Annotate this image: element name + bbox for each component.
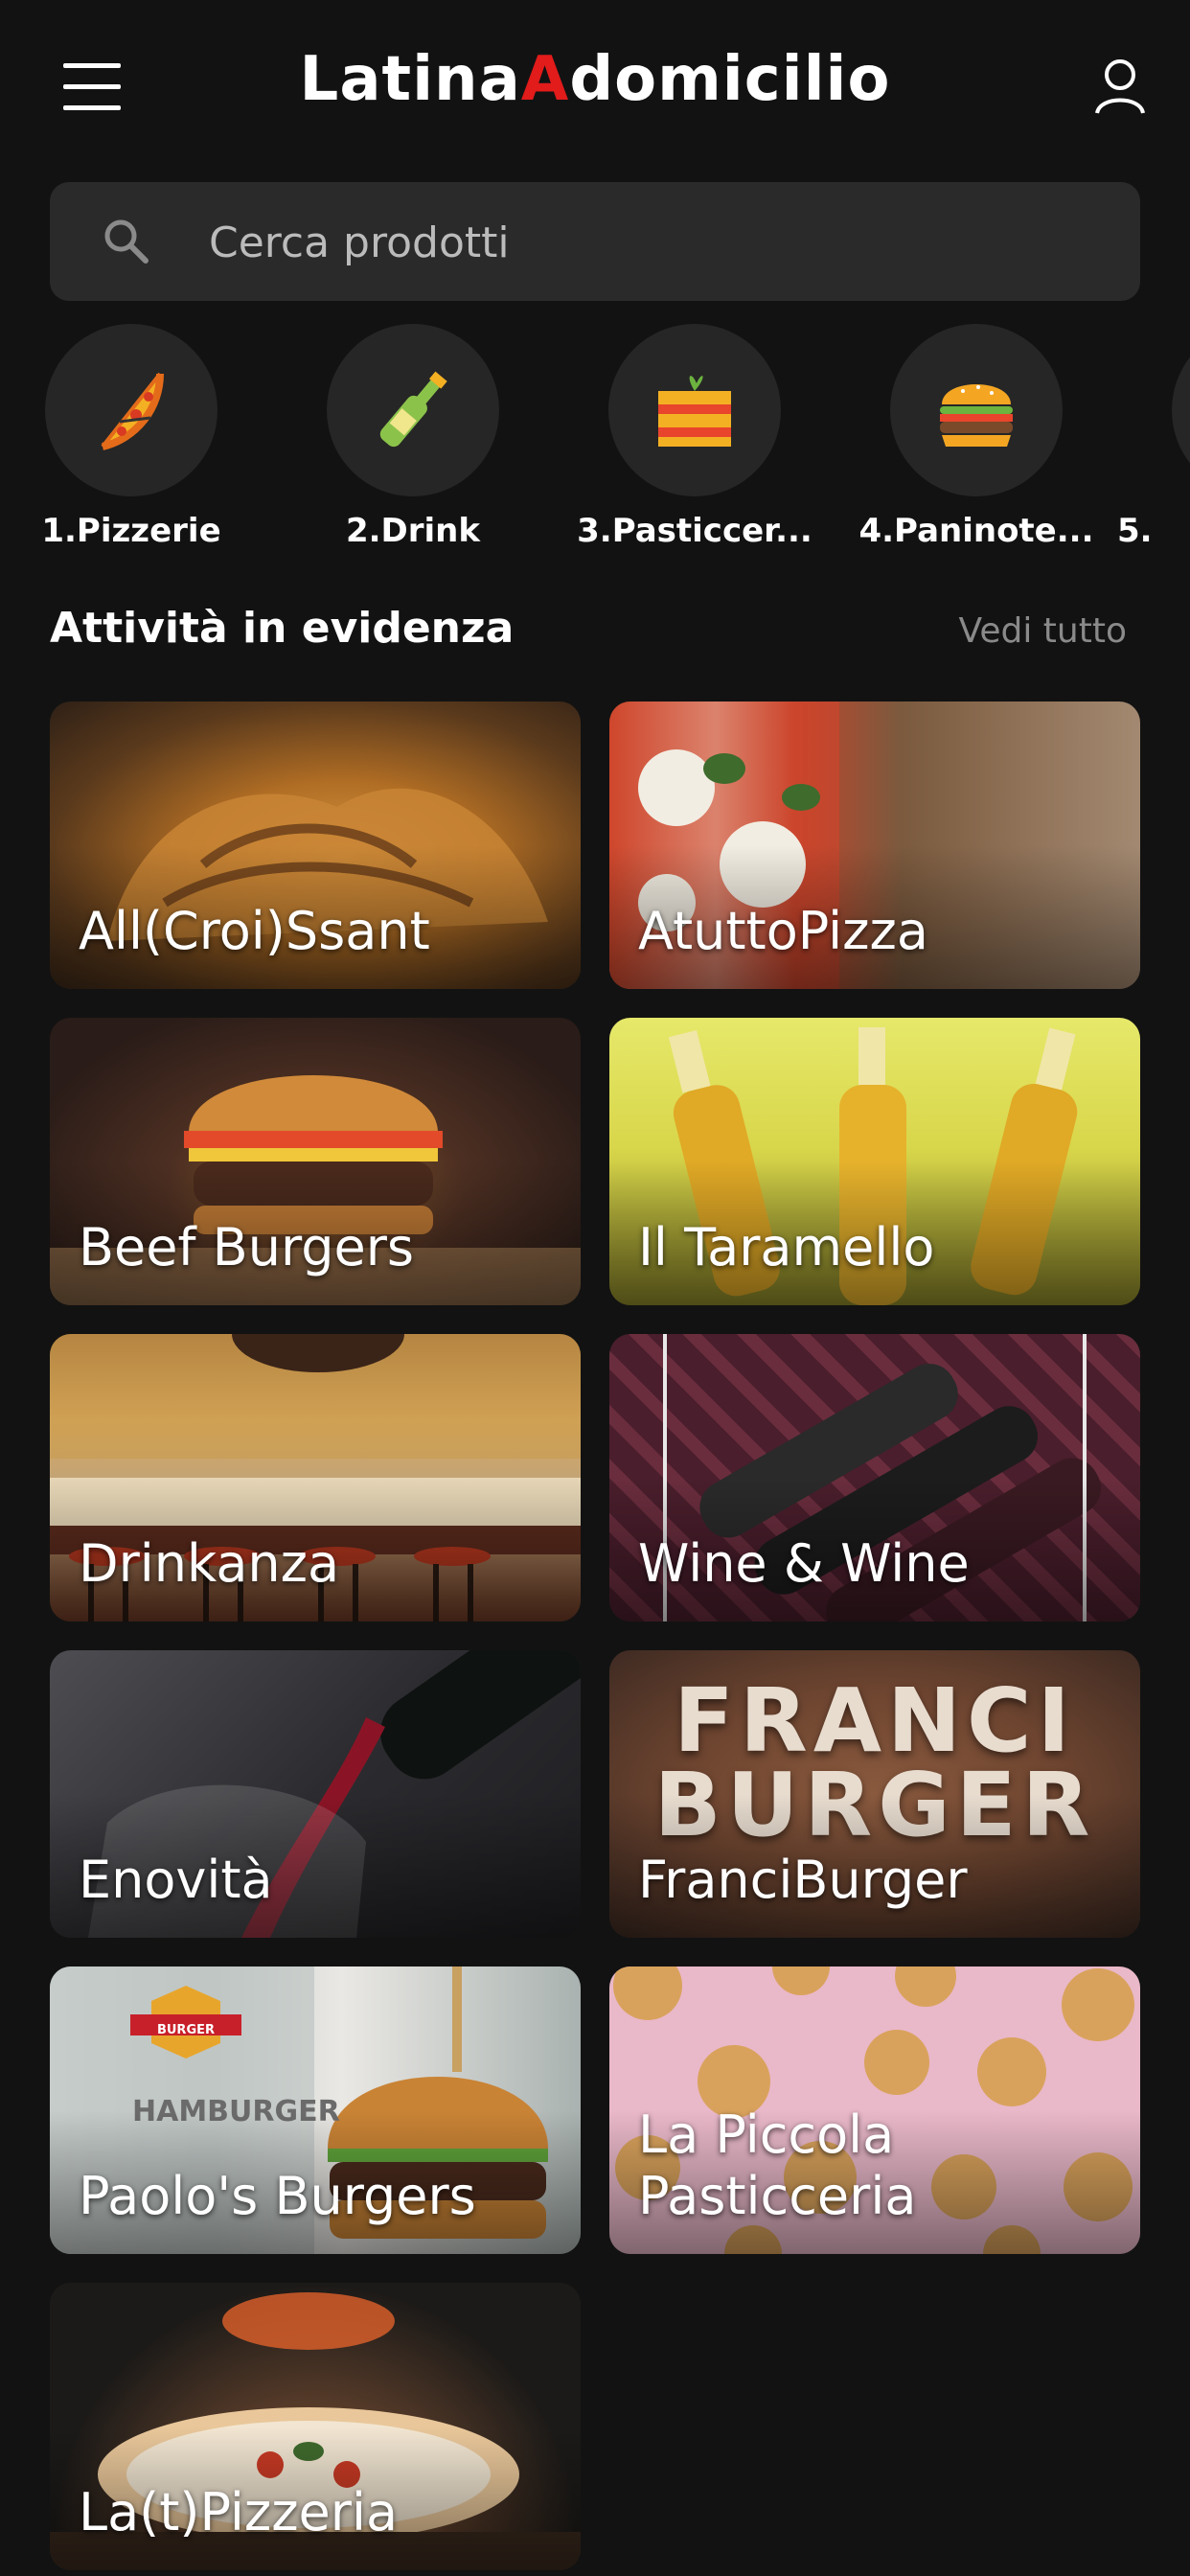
business-card[interactable]: AtuttoPizza [609,702,1140,989]
business-card[interactable]: Beef Burgers [50,1018,581,1305]
logo-line-1: FRANCI [674,1669,1076,1772]
search-bar[interactable] [50,182,1140,301]
category-label: 3.Pasticcer... [577,512,812,550]
business-card[interactable]: Wine & Wine [609,1334,1140,1622]
section-title: Attività in evidenza [50,604,515,653]
business-name: Wine & Wine [638,1533,970,1594]
category-list[interactable]: 1.Pizzerie 2.Drink 3.Pasticcer... 4.Pani… [0,324,1190,564]
app-logo[interactable]: LatinaAdomicilio [0,44,1190,115]
business-card[interactable]: FRANCI BURGER FranciBurger [609,1650,1140,1938]
pizza-icon [101,372,165,450]
lasagna-icon [658,376,731,447]
business-name: Beef Burgers [79,1217,415,1277]
user-icon[interactable] [1094,58,1146,117]
category-drink[interactable]: 2.Drink [272,324,554,564]
category-circle [45,324,217,496]
business-name: AtuttoPizza [638,901,928,961]
category-pasticcerie[interactable]: 3.Pasticcer... [554,324,835,564]
business-card[interactable]: All(Croi)Ssant [50,702,581,989]
business-name: La Piccola Pasticceria [638,2104,917,2226]
business-name: Drinkanza [79,1533,340,1594]
category-circle [890,324,1063,496]
category-circle [608,324,781,496]
business-card[interactable]: La(t)Pizzeria [50,2283,581,2570]
business-name: All(Croi)Ssant [79,901,430,961]
logo-text-3: domicilio [569,44,891,115]
category-circle [327,324,499,496]
burger-badge: BURGER [156,2023,216,2037]
category-paninoteche[interactable]: 4.Paninote... [835,324,1117,564]
business-card[interactable]: Enovità [50,1650,581,1938]
category-pizzerie[interactable]: 1.Pizzerie [0,324,272,564]
category-label: 2.Drink [345,512,481,550]
app-header: LatinaAdomicilio [0,0,1190,172]
business-name: Il Taramello [638,1217,935,1277]
see-all-link[interactable]: Vedi tutto [959,611,1127,651]
business-card[interactable]: BURGER HAMBURGER Paolo's Burgers [50,1966,581,2254]
search-input[interactable] [207,203,1073,282]
business-card[interactable]: Drinkanza [50,1334,581,1622]
category-circle [1172,324,1190,496]
search-icon [104,219,149,264]
category-label: 1.Pizzerie [41,512,221,550]
burger-icon [940,384,1013,447]
category-more[interactable]: 5. [1117,324,1190,564]
business-name: FranciBurger [638,1850,968,1910]
category-label: 4.Paninote... [858,512,1094,550]
bottle-icon [379,371,447,448]
logo-text-1: Latina [299,44,521,115]
logo-text-2: A [520,44,570,115]
business-name: La(t)Pizzeria [79,2482,399,2542]
category-label: 5. [1117,512,1153,550]
business-card[interactable]: Il Taramello [609,1018,1140,1305]
business-name: Paolo's Burgers [79,2166,476,2226]
business-name: Enovità [79,1850,273,1910]
business-card[interactable]: La Piccola Pasticceria [609,1966,1140,2254]
